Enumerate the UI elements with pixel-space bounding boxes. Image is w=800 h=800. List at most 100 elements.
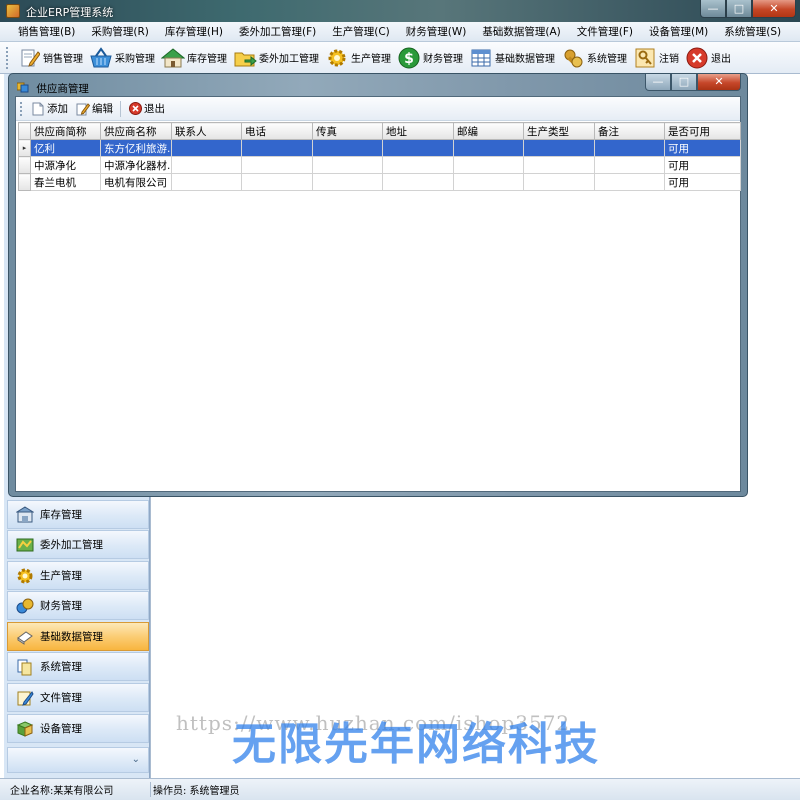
exit-button[interactable]: 退出 xyxy=(124,101,169,116)
toolbar-logout-label: 注销 xyxy=(659,54,679,65)
dialog-minimize-button[interactable]: — xyxy=(645,74,671,91)
toolbar-purchase-label: 采购管理 xyxy=(115,54,155,65)
menu-base-data[interactable]: 基础数据管理(A) xyxy=(474,22,568,41)
column-header[interactable]: 是否可用 xyxy=(664,122,741,140)
toolbar-finance-button[interactable]: $ 财务管理 xyxy=(395,44,467,72)
dialog-maximize-button[interactable]: □ xyxy=(671,74,697,91)
nav-item-production[interactable]: 生产管理 xyxy=(7,561,149,590)
table-cell[interactable]: 中源净化器材... xyxy=(100,156,172,174)
nav-item-inventory[interactable]: 库存管理 xyxy=(7,500,149,529)
nav-item-system[interactable]: 系统管理 xyxy=(7,652,149,681)
row-header[interactable] xyxy=(18,156,31,174)
menu-inventory[interactable]: 库存管理(H) xyxy=(157,22,231,41)
table-cell[interactable] xyxy=(312,156,383,174)
toolbar-purchase-button[interactable]: 采购管理 xyxy=(87,44,159,72)
table-cell[interactable] xyxy=(594,156,665,174)
dialog-toolbar-grip[interactable] xyxy=(20,101,23,116)
app-icon xyxy=(6,4,20,18)
maximize-button[interactable]: □ xyxy=(726,0,752,18)
table-cell[interactable]: 春兰电机 xyxy=(30,173,101,191)
table-cell[interactable] xyxy=(241,139,313,157)
toolbar-outsourcing-button[interactable]: 委外加工管理 xyxy=(231,44,323,72)
toolbar-production-button[interactable]: 生产管理 xyxy=(323,44,395,72)
menu-equipment[interactable]: 设备管理(M) xyxy=(641,22,716,41)
close-circle-icon xyxy=(685,46,709,70)
toolbar-logout-button[interactable]: 注销 xyxy=(631,44,683,72)
row-indicator[interactable]: ▸ xyxy=(18,139,31,157)
column-header[interactable]: 地址 xyxy=(382,122,454,140)
table-cell[interactable] xyxy=(382,139,454,157)
table-cell[interactable] xyxy=(453,139,524,157)
close-button[interactable]: ✕ xyxy=(752,0,796,18)
toolbar-exit-button[interactable]: 退出 xyxy=(683,44,735,72)
menu-finance[interactable]: 财务管理(W) xyxy=(398,22,475,41)
table-cell[interactable] xyxy=(241,156,313,174)
row-header[interactable] xyxy=(18,173,31,191)
supplier-grid: 供应商简称 供应商名称 联系人 电话 传真 地址 邮编 生产类型 备注 是否可用… xyxy=(18,122,741,191)
nav-item-label: 基础数据管理 xyxy=(40,631,103,643)
exit-label: 退出 xyxy=(144,103,165,115)
column-header[interactable]: 电话 xyxy=(241,122,313,140)
column-header[interactable]: 联系人 xyxy=(171,122,242,140)
toolbar-inventory-label: 库存管理 xyxy=(187,54,227,65)
table-cell[interactable] xyxy=(523,173,595,191)
table-cell[interactable] xyxy=(171,156,242,174)
toolbar-finance-label: 财务管理 xyxy=(423,54,463,65)
table-cell[interactable] xyxy=(453,156,524,174)
nav-item-outsourcing[interactable]: 委外加工管理 xyxy=(7,530,149,559)
table-cell[interactable]: 可用 xyxy=(664,156,741,174)
nav-item-equipment[interactable]: 设备管理 xyxy=(7,714,149,743)
nav-item-label: 库存管理 xyxy=(40,509,82,521)
dialog-close-button[interactable]: ✕ xyxy=(697,74,741,91)
menu-purchase[interactable]: 采购管理(R) xyxy=(83,22,157,41)
nav-expand-button[interactable]: ⌄ xyxy=(7,747,149,773)
table-cell[interactable] xyxy=(594,139,665,157)
column-header[interactable]: 传真 xyxy=(312,122,383,140)
toolbar-exit-label: 退出 xyxy=(711,54,731,65)
table-cell[interactable]: 可用 xyxy=(664,139,741,157)
table-row[interactable]: 春兰电机 电机有限公司 可用 xyxy=(18,173,741,191)
table-cell[interactable] xyxy=(382,173,454,191)
table-cell[interactable] xyxy=(312,173,383,191)
table-cell[interactable] xyxy=(594,173,665,191)
menu-production[interactable]: 生产管理(C) xyxy=(324,22,398,41)
menu-system[interactable]: 系统管理(S) xyxy=(716,22,789,41)
menu-sales[interactable]: 销售管理(B) xyxy=(10,22,83,41)
table-cell[interactable]: 东方亿利旅游... xyxy=(100,139,172,157)
toolbar-grip[interactable] xyxy=(6,46,9,69)
edit-button[interactable]: 编辑 xyxy=(72,101,117,116)
table-cell[interactable] xyxy=(453,173,524,191)
column-header[interactable]: 邮编 xyxy=(453,122,524,140)
column-header[interactable]: 生产类型 xyxy=(523,122,595,140)
table-cell[interactable] xyxy=(523,156,595,174)
folder-arrow-icon xyxy=(233,46,257,70)
toolbar-base-data-button[interactable]: 基础数据管理 xyxy=(467,44,559,72)
table-cell[interactable]: 可用 xyxy=(664,173,741,191)
table-cell[interactable] xyxy=(171,173,242,191)
nav-item-base-data[interactable]: 基础数据管理 xyxy=(7,622,149,651)
toolbar-system-label: 系统管理 xyxy=(587,54,627,65)
table-cell[interactable] xyxy=(241,173,313,191)
table-cell[interactable] xyxy=(382,156,454,174)
table-cell[interactable] xyxy=(171,139,242,157)
table-cell[interactable] xyxy=(312,139,383,157)
table-cell[interactable]: 亿利 xyxy=(30,139,101,157)
toolbar-sales-button[interactable]: 销售管理 xyxy=(15,44,87,72)
table-cell[interactable]: 中源净化 xyxy=(30,156,101,174)
table-row[interactable]: ▸ 亿利 东方亿利旅游... 可用 xyxy=(18,139,741,157)
toolbar-system-button[interactable]: 系统管理 xyxy=(559,44,631,72)
column-header[interactable]: 供应商简称 xyxy=(30,122,101,140)
menu-files[interactable]: 文件管理(F) xyxy=(569,22,641,41)
new-document-icon xyxy=(31,102,45,116)
column-header[interactable]: 供应商名称 xyxy=(100,122,172,140)
nav-item-files[interactable]: 文件管理 xyxy=(7,683,149,712)
table-cell[interactable] xyxy=(523,139,595,157)
column-header[interactable]: 备注 xyxy=(594,122,665,140)
table-cell[interactable]: 电机有限公司 xyxy=(100,173,172,191)
add-button[interactable]: 添加 xyxy=(27,101,72,116)
nav-item-finance[interactable]: 财务管理 xyxy=(7,591,149,620)
toolbar-inventory-button[interactable]: 库存管理 xyxy=(159,44,231,72)
table-row[interactable]: 中源净化 中源净化器材... 可用 xyxy=(18,156,741,174)
menu-outsourcing[interactable]: 委外加工管理(F) xyxy=(231,22,324,41)
minimize-button[interactable]: — xyxy=(700,0,726,18)
